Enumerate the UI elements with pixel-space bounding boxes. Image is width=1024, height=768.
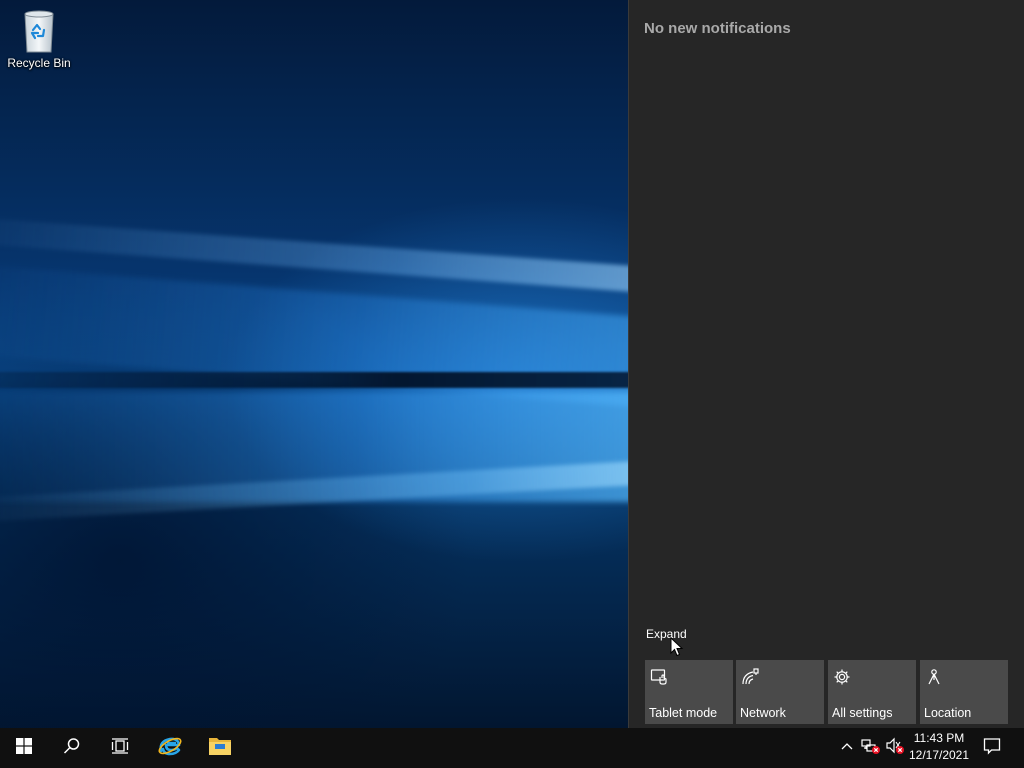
search-icon: [63, 737, 81, 760]
file-explorer-icon: [208, 735, 232, 762]
task-view-icon: [111, 737, 129, 760]
tablet-mode-tile[interactable]: Tablet mode: [645, 660, 733, 724]
location-icon: [925, 668, 943, 686]
action-center-button[interactable]: [976, 728, 1008, 768]
search-button[interactable]: [48, 728, 96, 768]
volume-tray-button[interactable]: [883, 728, 907, 768]
taskbar-clock[interactable]: 11:43 PM 12/17/2021: [906, 730, 972, 766]
recycle-bin-desktop-icon[interactable]: Recycle Bin: [4, 6, 74, 70]
network-tray-button[interactable]: [859, 728, 883, 768]
taskbar: 11:43 PM 12/17/2021: [0, 728, 1024, 768]
tablet-mode-label: Tablet mode: [649, 706, 718, 720]
file-explorer-taskbar-button[interactable]: [196, 728, 244, 768]
network-label: Network: [740, 706, 786, 720]
location-label: Location: [924, 706, 972, 720]
network-icon: [741, 668, 759, 686]
network-disconnected-icon: [861, 737, 881, 760]
start-windows-icon: [16, 737, 32, 759]
show-hidden-icons-button[interactable]: [838, 728, 856, 768]
action-center-panel: No new notifications Expand Tablet mode …: [628, 0, 1024, 728]
mouse-cursor-icon: [670, 636, 684, 657]
all-settings-label: All settings: [832, 706, 893, 720]
volume-muted-icon: [885, 737, 905, 760]
no-notifications-text: No new notifications: [644, 20, 791, 37]
internet-explorer-icon: [157, 733, 183, 764]
gear-icon: [833, 668, 851, 686]
internet-explorer-taskbar-button[interactable]: [146, 728, 194, 768]
wallpaper-dark-band: [0, 372, 700, 388]
all-settings-tile[interactable]: All settings: [828, 660, 916, 724]
recycle-bin-label: Recycle Bin: [7, 56, 71, 70]
tablet-mode-icon: [650, 668, 668, 686]
chevron-up-icon: [841, 739, 853, 757]
location-tile[interactable]: Location: [920, 660, 1008, 724]
task-view-button[interactable]: [96, 728, 144, 768]
recycle-bin-icon: [17, 8, 61, 54]
notification-icon: [983, 737, 1001, 760]
start-button[interactable]: [0, 728, 48, 768]
network-tile[interactable]: Network: [736, 660, 824, 724]
clock-time: 11:43 PM: [913, 731, 965, 745]
clock-date: 12/17/2021: [908, 748, 970, 762]
